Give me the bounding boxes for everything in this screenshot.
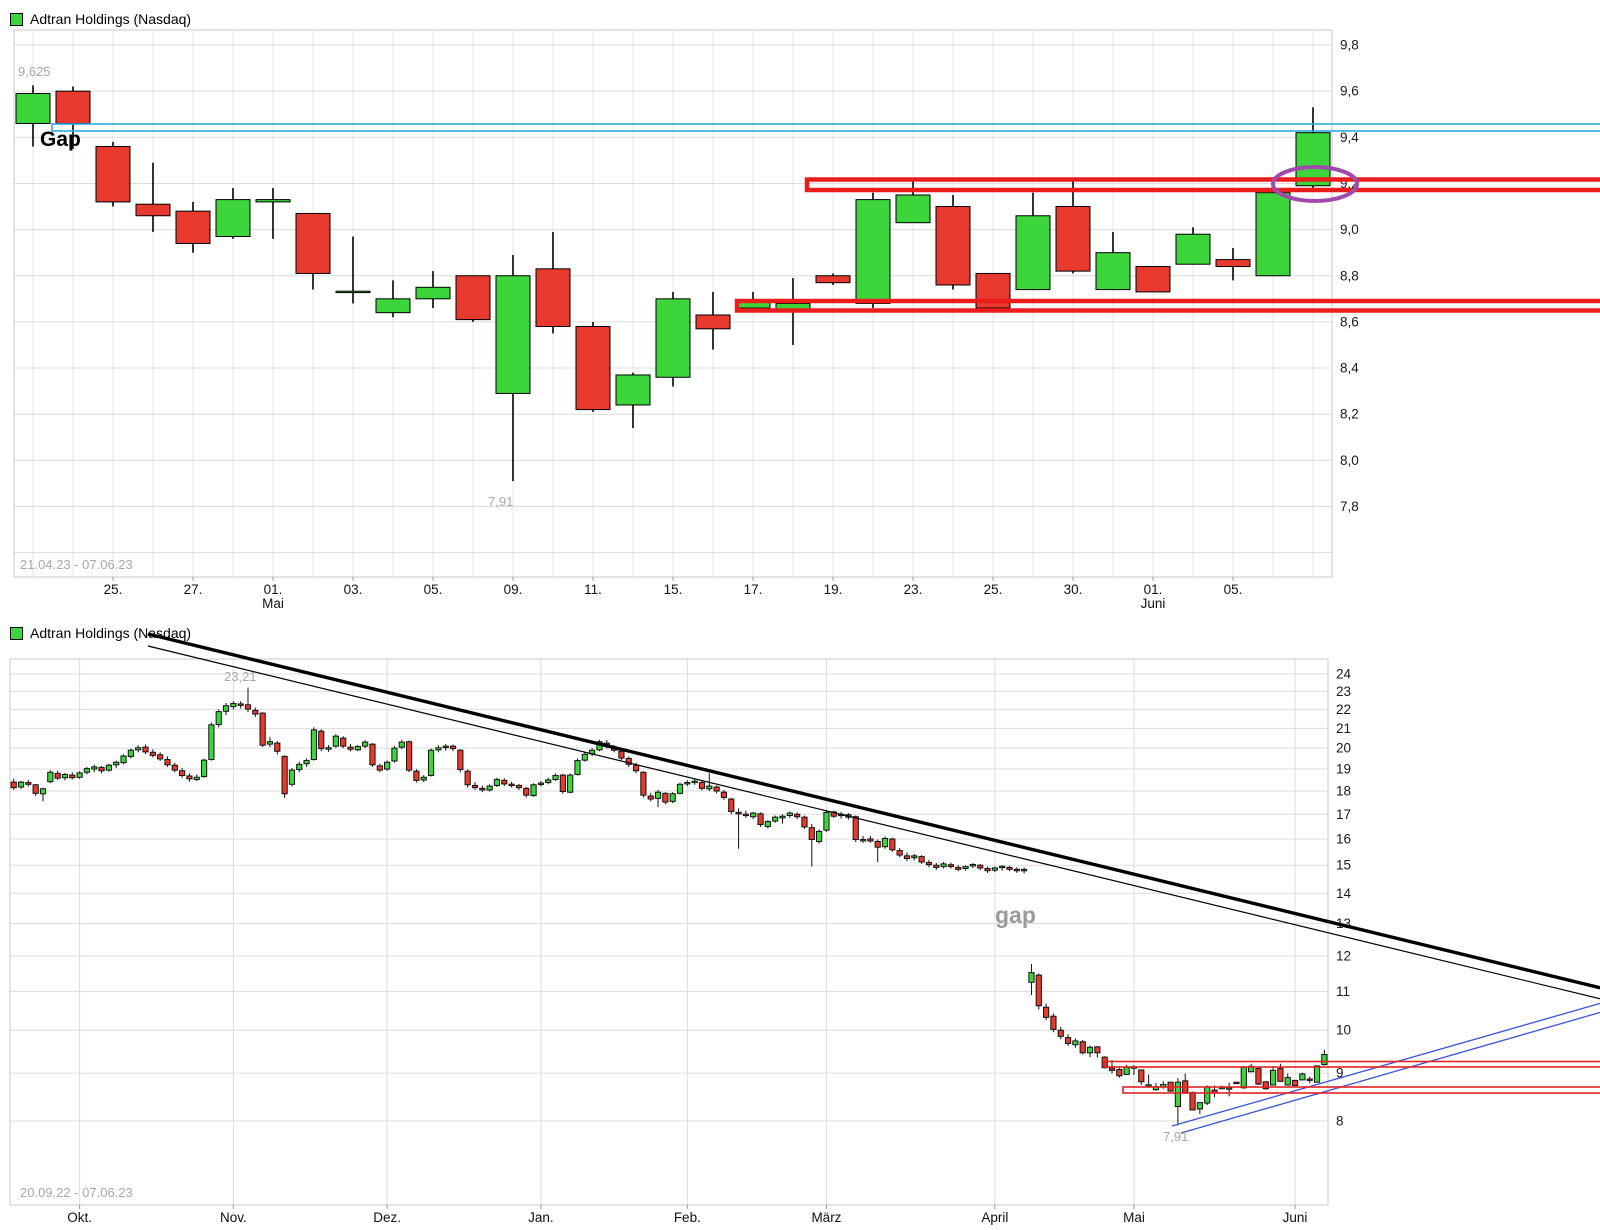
svg-text:21: 21	[1336, 721, 1351, 736]
svg-text:7,8: 7,8	[1340, 499, 1359, 514]
svg-text:8,8: 8,8	[1340, 268, 1359, 283]
top-high-price-label: 9,625	[18, 64, 51, 79]
top-chart-legend: Adtran Holdings (Nasdaq)	[10, 12, 191, 26]
bottom-high-price-label: 23,21	[224, 669, 257, 684]
top-date-range: 21.04.23 - 07.06.23	[20, 557, 133, 572]
svg-text:15: 15	[1336, 858, 1351, 873]
svg-text:12: 12	[1336, 949, 1351, 964]
svg-text:8,4: 8,4	[1340, 361, 1359, 376]
candlestick-canvas[interactable]: 9,89,69,49,29,08,88,68,48,28,07,825.27.0…	[0, 0, 1600, 1230]
svg-text:April: April	[981, 1210, 1008, 1225]
svg-text:09.: 09.	[504, 582, 523, 597]
bottom-gap-annotation: gap	[995, 902, 1036, 929]
bottom-chart-title: Adtran Holdings (Nasdaq)	[30, 626, 191, 640]
svg-text:9,4: 9,4	[1340, 130, 1359, 145]
svg-text:20: 20	[1336, 741, 1351, 756]
svg-text:30.: 30.	[1064, 582, 1083, 597]
svg-text:01.: 01.	[264, 582, 283, 597]
svg-text:03.: 03.	[344, 582, 363, 597]
svg-text:19.: 19.	[824, 582, 843, 597]
svg-text:9,0: 9,0	[1340, 222, 1359, 237]
svg-text:Feb.: Feb.	[674, 1210, 701, 1225]
svg-text:15.: 15.	[664, 582, 683, 597]
svg-text:05.: 05.	[1224, 582, 1243, 597]
svg-text:16: 16	[1336, 831, 1351, 846]
svg-text:8,0: 8,0	[1340, 453, 1359, 468]
svg-text:Juni: Juni	[1141, 596, 1166, 611]
svg-text:Jan.: Jan.	[528, 1210, 554, 1225]
svg-text:11: 11	[1336, 984, 1350, 999]
svg-text:24: 24	[1336, 667, 1352, 682]
svg-text:Nov.: Nov.	[220, 1210, 247, 1225]
svg-text:8: 8	[1336, 1114, 1344, 1129]
svg-text:25.: 25.	[104, 582, 123, 597]
svg-text:8,6: 8,6	[1340, 314, 1359, 329]
svg-text:März: März	[811, 1210, 841, 1225]
chart-page: 9,89,69,49,29,08,88,68,48,28,07,825.27.0…	[0, 0, 1600, 1230]
top-chart-title: Adtran Holdings (Nasdaq)	[30, 12, 191, 26]
svg-text:27.: 27.	[184, 582, 203, 597]
svg-text:9,8: 9,8	[1340, 38, 1359, 53]
svg-text:11.: 11.	[584, 582, 602, 597]
legend-swatch-icon	[10, 13, 23, 26]
svg-text:8,2: 8,2	[1340, 407, 1359, 422]
bottom-date-range: 20.09.22 - 07.06.23	[20, 1185, 133, 1200]
svg-text:23: 23	[1336, 684, 1351, 699]
svg-text:Mai: Mai	[262, 596, 284, 611]
bottom-chart-legend: Adtran Holdings (Nasdaq)	[10, 626, 191, 640]
svg-text:01.: 01.	[1144, 582, 1163, 597]
svg-text:17: 17	[1336, 807, 1351, 822]
svg-text:19: 19	[1336, 762, 1351, 777]
svg-text:18: 18	[1336, 784, 1351, 799]
bottom-low-price-label: 7,91	[1163, 1129, 1188, 1144]
svg-text:25.: 25.	[984, 582, 1003, 597]
svg-text:Dez.: Dez.	[373, 1210, 401, 1225]
top-gap-annotation: Gap	[40, 128, 81, 152]
svg-text:Okt.: Okt.	[67, 1210, 92, 1225]
svg-text:17.: 17.	[744, 582, 763, 597]
svg-text:Mai: Mai	[1123, 1210, 1145, 1225]
svg-text:9,6: 9,6	[1340, 84, 1359, 99]
svg-text:10: 10	[1336, 1023, 1351, 1038]
svg-text:14: 14	[1336, 886, 1352, 901]
svg-text:05.: 05.	[424, 582, 443, 597]
svg-text:22: 22	[1336, 702, 1351, 717]
legend-swatch-icon	[10, 627, 23, 640]
svg-text:23.: 23.	[904, 582, 923, 597]
top-low-price-label: 7,91	[488, 494, 513, 509]
svg-text:Juni: Juni	[1283, 1210, 1308, 1225]
